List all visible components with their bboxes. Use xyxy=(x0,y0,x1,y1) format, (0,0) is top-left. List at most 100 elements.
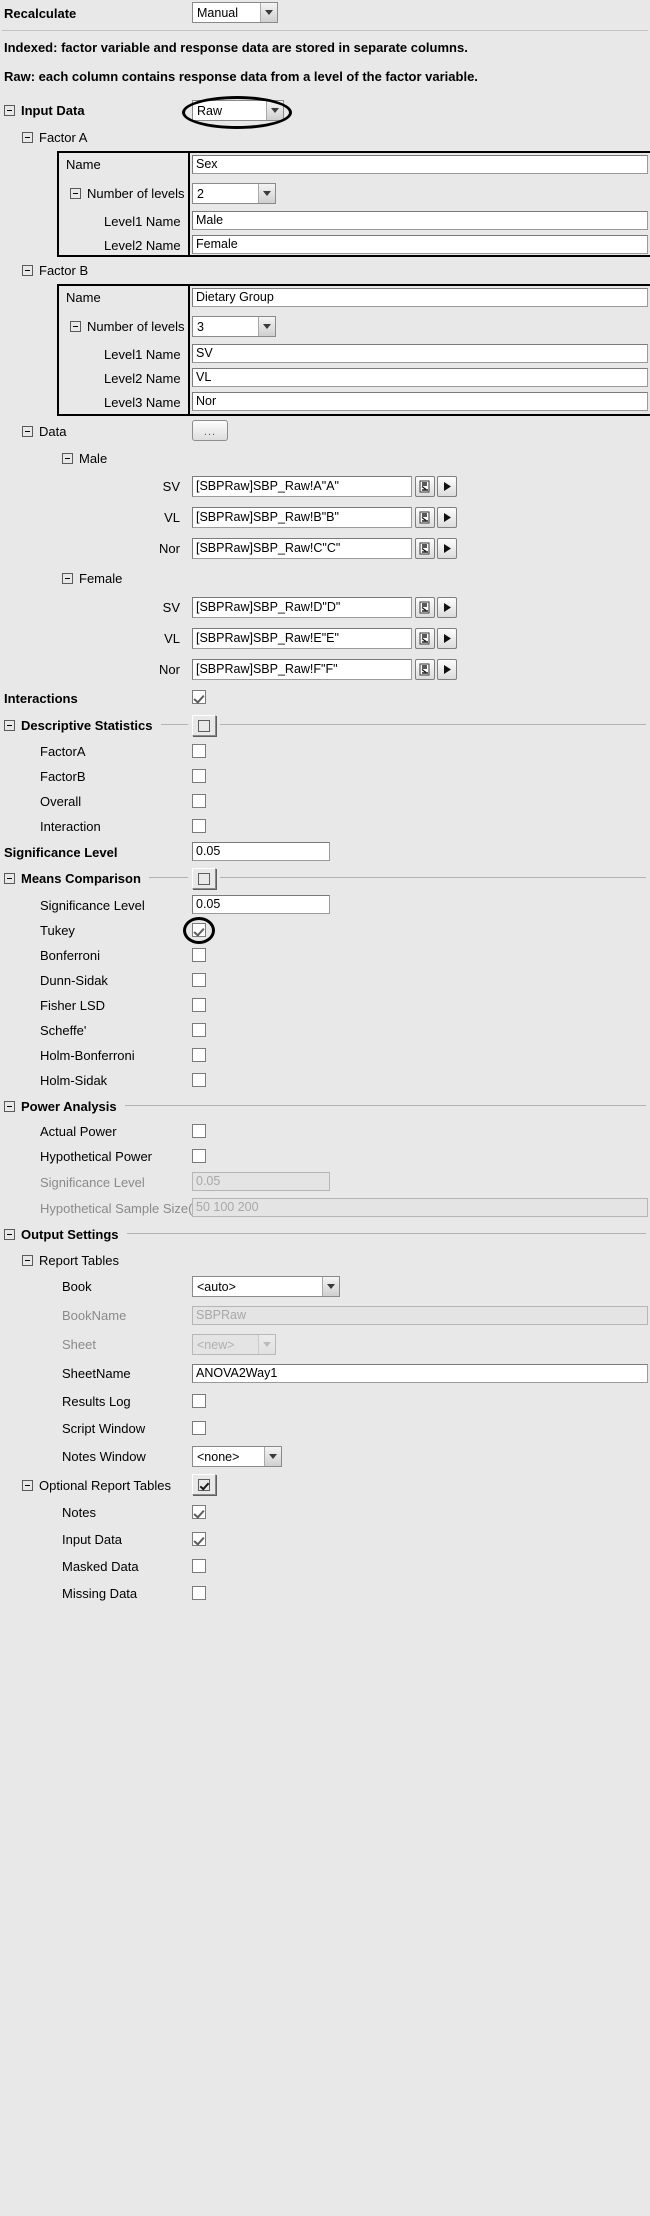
collapse-icon[interactable] xyxy=(22,1254,33,1266)
power-significance-level-input[interactable]: 0.05 xyxy=(192,1172,330,1191)
significance-level-input[interactable]: 0.05 xyxy=(192,842,330,861)
factor-b-level3-input[interactable]: Nor xyxy=(192,392,648,411)
significance-level-label: Significance Level xyxy=(4,844,118,860)
collapse-icon[interactable] xyxy=(70,188,81,199)
factor-a-level1-input[interactable]: Male xyxy=(192,211,648,230)
desc-stat-overall-row: Overall xyxy=(0,789,650,814)
method-holm-bonferroni-label: Holm-Bonferroni xyxy=(40,1048,135,1063)
method-dunn-sidak-checkbox[interactable] xyxy=(192,973,206,987)
male-nor-label: Nor xyxy=(159,541,180,556)
opt-missing-data-checkbox[interactable] xyxy=(192,1586,206,1600)
collapse-icon[interactable] xyxy=(4,105,15,116)
recalculate-value: Manual xyxy=(197,5,238,20)
male-sv-input[interactable]: [SBPRaw]SBP_Raw!A"A" xyxy=(192,476,412,497)
apply-arrow-button[interactable] xyxy=(437,507,457,528)
factor-a-levels-select[interactable]: 2 xyxy=(192,183,276,204)
actual-power-checkbox[interactable] xyxy=(192,1124,206,1138)
factor-b-header: Factor B xyxy=(0,257,650,284)
means-comparison-checkbox[interactable] xyxy=(192,868,216,889)
factor-a-name-input[interactable]: Sex xyxy=(192,155,648,174)
method-holm-sidak-label: Holm-Sidak xyxy=(40,1073,108,1088)
means-significance-level-label: Significance Level xyxy=(40,897,145,913)
power-analysis-group-header: Power Analysis xyxy=(0,1093,650,1119)
book-name-input[interactable]: SBPRaw xyxy=(192,1306,648,1325)
select-columns-icon-button[interactable] xyxy=(415,538,435,559)
desc-stat-interaction-checkbox[interactable] xyxy=(192,819,206,833)
method-holm-sidak-checkbox[interactable] xyxy=(192,1073,206,1087)
factor-b-name-row: Name Dietary Group xyxy=(0,284,650,311)
method-scheffe-label: Scheffe' xyxy=(40,1023,87,1038)
method-fisher-lsd-checkbox[interactable] xyxy=(192,998,206,1012)
results-log-checkbox[interactable] xyxy=(192,1394,206,1408)
apply-arrow-button[interactable] xyxy=(437,538,457,559)
input-data-select[interactable]: Raw xyxy=(192,100,284,121)
female-nor-input[interactable]: [SBPRaw]SBP_Raw!F"F" xyxy=(192,659,412,680)
select-columns-icon-button[interactable] xyxy=(415,476,435,497)
book-row: Book <auto> xyxy=(0,1272,650,1301)
method-bonferroni-checkbox[interactable] xyxy=(192,948,206,962)
factor-a-levels-label: Number of levels xyxy=(87,186,185,201)
male-nor-input[interactable]: [SBPRaw]SBP_Raw!C"C" xyxy=(192,538,412,559)
select-columns-icon-button[interactable] xyxy=(415,507,435,528)
collapse-icon[interactable] xyxy=(62,572,73,584)
method-tukey-checkbox[interactable] xyxy=(192,923,206,937)
recalculate-select[interactable]: Manual xyxy=(192,2,278,23)
factor-b-name-input[interactable]: Dietary Group xyxy=(192,288,648,307)
factor-b-level1-label: Level1 Name xyxy=(104,346,181,362)
interactions-checkbox[interactable] xyxy=(192,690,206,704)
factor-b-levels-label: Number of levels xyxy=(87,319,185,334)
sheet-name-input[interactable]: ANOVA2Way1 xyxy=(192,1364,648,1383)
collapse-icon[interactable] xyxy=(22,265,33,276)
factor-b-level1-input[interactable]: SV xyxy=(192,344,648,363)
report-tables-header: Report Tables xyxy=(0,1248,650,1272)
factor-a-level2-input[interactable]: Female xyxy=(192,235,648,254)
desc-stat-factorb-checkbox[interactable] xyxy=(192,769,206,783)
female-sv-input[interactable]: [SBPRaw]SBP_Raw!D"D" xyxy=(192,597,412,618)
collapse-icon[interactable] xyxy=(22,425,33,437)
hypothetical-sample-sizes-input[interactable]: 50 100 200 xyxy=(192,1198,648,1217)
collapse-icon[interactable] xyxy=(4,1100,15,1112)
optional-report-tables-checkbox[interactable] xyxy=(192,1474,216,1495)
collapse-icon[interactable] xyxy=(22,132,33,143)
power-significance-level-label: Significance Level xyxy=(40,1174,145,1190)
hypothetical-power-checkbox[interactable] xyxy=(192,1149,206,1163)
male-vl-input[interactable]: [SBPRaw]SBP_Raw!B"B" xyxy=(192,507,412,528)
collapse-icon[interactable] xyxy=(4,1229,15,1240)
method-scheffe-row: Scheffe' xyxy=(0,1018,650,1043)
opt-masked-data-checkbox[interactable] xyxy=(192,1559,206,1573)
apply-arrow-button[interactable] xyxy=(437,476,457,497)
desc-stat-overall-checkbox[interactable] xyxy=(192,794,206,808)
collapse-icon[interactable] xyxy=(70,321,81,332)
select-columns-icon-button[interactable] xyxy=(415,659,435,680)
script-window-checkbox[interactable] xyxy=(192,1421,206,1435)
method-holm-bonferroni-checkbox[interactable] xyxy=(192,1048,206,1062)
collapse-icon[interactable] xyxy=(4,720,15,731)
means-significance-level-input[interactable]: 0.05 xyxy=(192,895,330,914)
report-tables-label-wrap: Report Tables xyxy=(0,1253,119,1268)
collapse-icon[interactable] xyxy=(4,873,15,884)
method-scheffe-checkbox[interactable] xyxy=(192,1023,206,1037)
notes-window-select[interactable]: <none> xyxy=(192,1446,282,1467)
select-columns-icon-button[interactable] xyxy=(415,628,435,649)
sheet-name-row: SheetName ANOVA2Way1 xyxy=(0,1359,650,1388)
collapse-icon[interactable] xyxy=(22,1479,33,1491)
desc-stat-factora-checkbox[interactable] xyxy=(192,744,206,758)
apply-arrow-button[interactable] xyxy=(437,659,457,680)
data-browse-button[interactable]: ... xyxy=(192,420,228,441)
opt-notes-checkbox[interactable] xyxy=(192,1505,206,1519)
factor-b-level2-input[interactable]: VL xyxy=(192,368,648,387)
data-row: Data ... xyxy=(0,416,650,446)
book-select[interactable]: <auto> xyxy=(192,1276,340,1297)
select-columns-icon-button[interactable] xyxy=(415,597,435,618)
data-label: Data xyxy=(39,423,67,439)
apply-arrow-button[interactable] xyxy=(437,628,457,649)
apply-arrow-button[interactable] xyxy=(437,597,457,618)
sheet-select[interactable]: <new> xyxy=(192,1334,276,1355)
female-vl-input[interactable]: [SBPRaw]SBP_Raw!E"E" xyxy=(192,628,412,649)
descriptive-statistics-checkbox[interactable] xyxy=(192,715,216,736)
desc-stat-interaction-row: Interaction xyxy=(0,814,650,839)
collapse-icon[interactable] xyxy=(62,453,73,464)
input-data-value: Raw xyxy=(197,103,223,118)
factor-b-levels-select[interactable]: 3 xyxy=(192,316,276,337)
opt-input-data-checkbox[interactable] xyxy=(192,1532,206,1546)
